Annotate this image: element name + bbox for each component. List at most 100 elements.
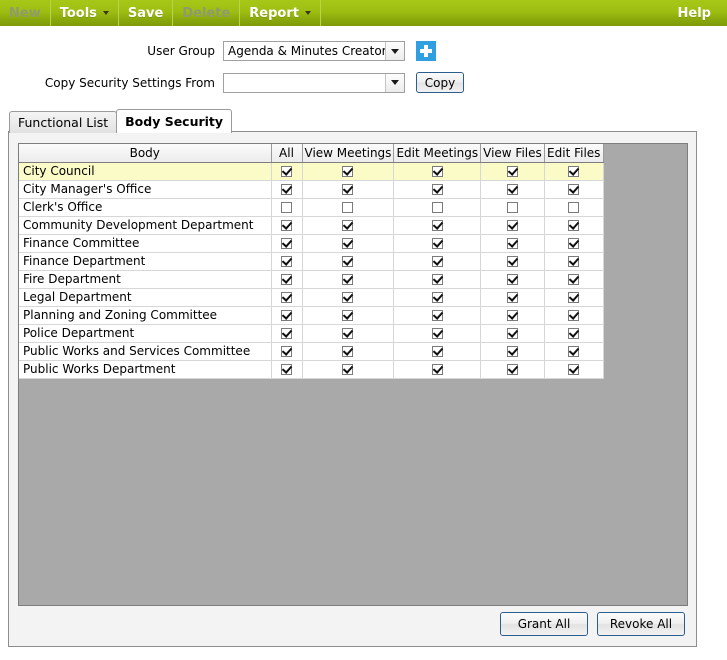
- help-button[interactable]: Help: [669, 0, 727, 26]
- checkbox-view-files[interactable]: [506, 256, 518, 267]
- checkbox-edit-meetings[interactable]: [431, 346, 443, 357]
- column-header-view-meetings[interactable]: View Meetings: [302, 144, 395, 163]
- checkbox-edit-meetings[interactable]: [431, 328, 443, 339]
- cell-view-meetings[interactable]: [302, 234, 395, 253]
- cell-body-name[interactable]: Finance Committee: [19, 234, 272, 253]
- checkbox-edit-files[interactable]: [568, 256, 580, 267]
- cell-view-meetings[interactable]: [302, 216, 395, 235]
- checkbox-view-meetings[interactable]: [342, 346, 354, 357]
- cell-edit-files[interactable]: [544, 360, 604, 379]
- cell-body-name[interactable]: Legal Department: [19, 288, 272, 307]
- checkbox-all[interactable]: [281, 274, 292, 285]
- checkbox-edit-files[interactable]: [568, 364, 580, 375]
- grant-all-button[interactable]: Grant All: [500, 612, 588, 636]
- checkbox-edit-files[interactable]: [568, 274, 580, 285]
- checkbox-edit-files[interactable]: [568, 346, 580, 357]
- copy-from-combobox[interactable]: [223, 72, 405, 93]
- table-row[interactable]: Planning and Zoning Committee: [19, 306, 604, 325]
- checkbox-view-files[interactable]: [506, 292, 518, 303]
- cell-all[interactable]: [271, 360, 303, 379]
- cell-all[interactable]: [271, 252, 303, 271]
- cell-edit-meetings[interactable]: [393, 270, 482, 289]
- checkbox-edit-meetings[interactable]: [431, 166, 443, 177]
- table-row[interactable]: Finance Department: [19, 252, 604, 271]
- cell-view-files[interactable]: [480, 198, 545, 217]
- cell-edit-files[interactable]: [544, 270, 604, 289]
- cell-all[interactable]: [271, 198, 303, 217]
- checkbox-all[interactable]: [281, 310, 292, 321]
- checkbox-view-meetings[interactable]: [342, 256, 354, 267]
- chevron-down-icon[interactable]: [385, 73, 404, 92]
- cell-all[interactable]: [271, 324, 303, 343]
- checkbox-edit-meetings[interactable]: [431, 220, 443, 231]
- checkbox-edit-meetings[interactable]: [431, 256, 443, 267]
- checkbox-edit-meetings[interactable]: [431, 274, 443, 285]
- checkbox-view-files[interactable]: [506, 202, 518, 213]
- checkbox-all[interactable]: [281, 292, 292, 303]
- table-row[interactable]: Public Works Department: [19, 360, 604, 379]
- chevron-down-icon[interactable]: [385, 42, 404, 60]
- cell-edit-meetings[interactable]: [393, 252, 482, 271]
- checkbox-view-meetings[interactable]: [342, 364, 354, 375]
- checkbox-edit-meetings[interactable]: [431, 184, 443, 195]
- checkbox-view-meetings[interactable]: [342, 292, 354, 303]
- checkbox-view-meetings[interactable]: [342, 238, 354, 249]
- cell-all[interactable]: [271, 180, 303, 199]
- cell-view-files[interactable]: [480, 270, 545, 289]
- checkbox-all[interactable]: [281, 166, 292, 177]
- cell-view-files[interactable]: [480, 288, 545, 307]
- cell-body-name[interactable]: Planning and Zoning Committee: [19, 306, 272, 325]
- cell-edit-files[interactable]: [544, 216, 604, 235]
- checkbox-edit-files[interactable]: [568, 220, 580, 231]
- checkbox-edit-meetings[interactable]: [431, 310, 443, 321]
- cell-view-meetings[interactable]: [302, 342, 395, 361]
- checkbox-view-files[interactable]: [506, 184, 518, 195]
- cell-view-files[interactable]: [480, 234, 545, 253]
- checkbox-edit-meetings[interactable]: [431, 238, 443, 249]
- cell-body-name[interactable]: City Council: [19, 162, 272, 181]
- checkbox-view-files[interactable]: [506, 346, 518, 357]
- cell-body-name[interactable]: Clerk's Office: [19, 198, 272, 217]
- cell-body-name[interactable]: Finance Department: [19, 252, 272, 271]
- cell-all[interactable]: [271, 234, 303, 253]
- checkbox-view-meetings[interactable]: [342, 328, 354, 339]
- table-row[interactable]: City Manager's Office: [19, 180, 604, 199]
- cell-view-files[interactable]: [480, 342, 545, 361]
- cell-view-files[interactable]: [480, 306, 545, 325]
- checkbox-edit-files[interactable]: [568, 292, 580, 303]
- cell-view-files[interactable]: [480, 252, 545, 271]
- checkbox-all[interactable]: [281, 184, 292, 195]
- checkbox-view-files[interactable]: [506, 166, 518, 177]
- cell-body-name[interactable]: Fire Department: [19, 270, 272, 289]
- cell-view-meetings[interactable]: [302, 198, 395, 217]
- cell-edit-meetings[interactable]: [393, 162, 482, 181]
- checkbox-edit-files[interactable]: [568, 328, 580, 339]
- cell-view-files[interactable]: [480, 162, 545, 181]
- cell-body-name[interactable]: Police Department: [19, 324, 272, 343]
- column-header-edit-meetings[interactable]: Edit Meetings: [393, 144, 482, 163]
- column-header-view-files[interactable]: View Files: [480, 144, 545, 163]
- table-row[interactable]: Public Works and Services Committee: [19, 342, 604, 361]
- tab-body-security[interactable]: Body Security: [116, 109, 233, 133]
- tab-functional-list[interactable]: Functional List: [9, 111, 118, 133]
- checkbox-edit-meetings[interactable]: [431, 202, 443, 213]
- revoke-all-button[interactable]: Revoke All: [597, 612, 685, 636]
- checkbox-view-meetings[interactable]: [342, 310, 354, 321]
- checkbox-view-files[interactable]: [506, 364, 518, 375]
- cell-edit-meetings[interactable]: [393, 342, 482, 361]
- cell-all[interactable]: [271, 216, 303, 235]
- column-header-all[interactable]: All: [271, 144, 303, 163]
- cell-body-name[interactable]: Public Works and Services Committee: [19, 342, 272, 361]
- table-row[interactable]: Clerk's Office: [19, 198, 604, 217]
- table-row[interactable]: City Council: [19, 162, 604, 181]
- cell-view-meetings[interactable]: [302, 306, 395, 325]
- checkbox-all[interactable]: [281, 238, 292, 249]
- table-row[interactable]: Police Department: [19, 324, 604, 343]
- copy-button[interactable]: Copy: [416, 72, 464, 93]
- checkbox-all[interactable]: [281, 202, 292, 213]
- cell-edit-files[interactable]: [544, 180, 604, 199]
- checkbox-all[interactable]: [281, 256, 292, 267]
- cell-edit-files[interactable]: [544, 306, 604, 325]
- cell-body-name[interactable]: City Manager's Office: [19, 180, 272, 199]
- cell-view-meetings[interactable]: [302, 270, 395, 289]
